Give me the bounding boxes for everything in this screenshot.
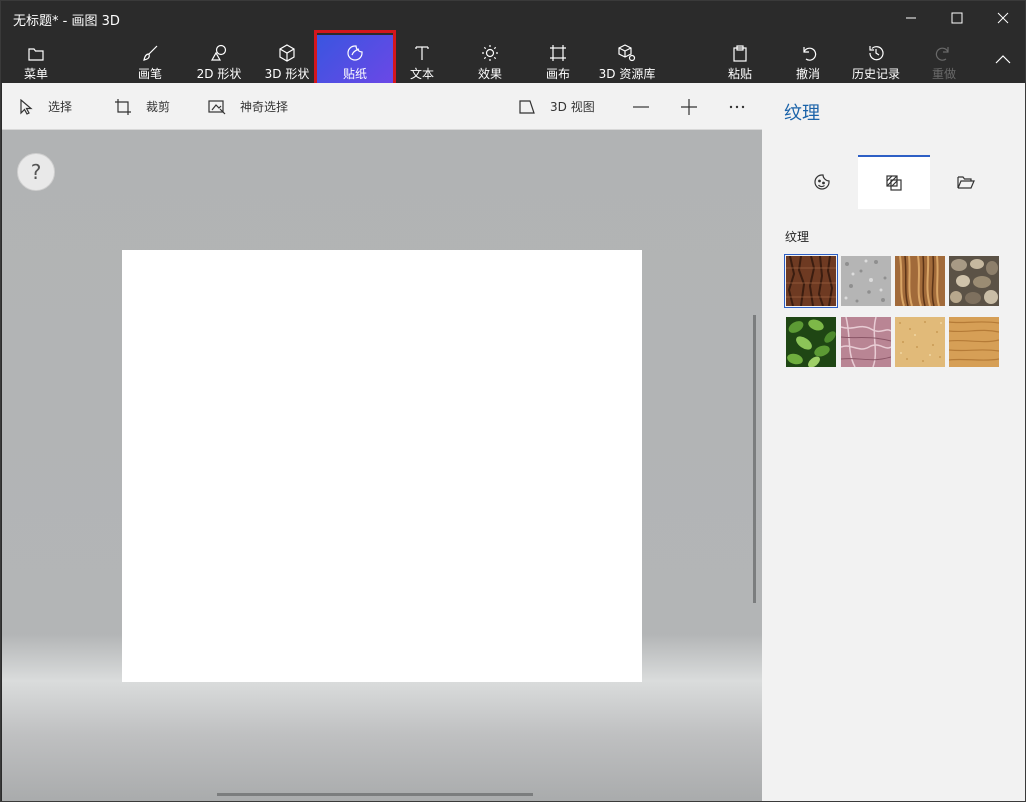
horizontal-scrollbar[interactable]	[217, 793, 533, 796]
texture-bark[interactable]	[784, 254, 838, 308]
redo-icon	[935, 47, 949, 61]
more-options-button[interactable]	[728, 83, 746, 130]
texture-marble[interactable]	[841, 317, 891, 367]
textures-section-label: 纹理	[785, 230, 810, 244]
select-label: 选择	[48, 100, 73, 114]
canvas-button[interactable]: 画布	[533, 35, 583, 83]
crop-button[interactable]: 裁剪	[114, 83, 170, 130]
panel-title: 纹理	[784, 103, 820, 124]
magic-select-label: 神奇选择	[240, 100, 289, 114]
zoom-out-button[interactable]	[632, 83, 650, 130]
select-button[interactable]: 选择	[18, 83, 72, 130]
magic-select-button[interactable]: 神奇选择	[208, 83, 288, 130]
3d-library-icon	[618, 44, 636, 62]
chevron-up-icon	[995, 55, 1011, 64]
folder-icon	[28, 48, 44, 61]
redo-button[interactable]: 重做	[919, 35, 969, 83]
close-button[interactable]	[980, 1, 1025, 35]
minimize-icon	[906, 17, 916, 19]
3d-view-button[interactable]: 3D 视图	[518, 83, 595, 130]
texture-hair[interactable]	[895, 256, 945, 306]
stickers-button[interactable]: 贴纸	[317, 35, 393, 83]
sun-icon	[482, 45, 498, 61]
cursor-arrow-icon	[20, 98, 33, 115]
crop-label: 裁剪	[146, 100, 171, 114]
tool-toolbar: 选择 裁剪 神奇选择 3D 视图	[2, 83, 762, 130]
zoom-in-button[interactable]	[680, 83, 698, 130]
ellipsis-icon	[729, 105, 745, 108]
vertical-scrollbar[interactable]	[753, 315, 756, 603]
stickers-panel: 纹理 纹理	[762, 83, 1025, 801]
close-icon	[997, 12, 1009, 24]
canvas-icon	[550, 45, 566, 61]
canvas-area[interactable]: ?	[2, 130, 762, 801]
crop-icon	[115, 98, 131, 115]
3d-cube-icon	[279, 44, 295, 62]
texture-sand[interactable]	[895, 317, 945, 367]
paste-icon	[733, 45, 747, 62]
maximize-icon	[951, 12, 963, 24]
tab-custom[interactable]	[930, 155, 1002, 209]
magic-select-icon	[208, 99, 226, 114]
text-icon	[415, 46, 429, 60]
3d-view-icon	[519, 99, 535, 114]
3d-shapes-button[interactable]: 3D 形状	[259, 35, 315, 83]
panel-tabs	[762, 155, 1025, 209]
minus-icon	[633, 105, 649, 108]
effects-button[interactable]: 效果	[465, 35, 515, 83]
3d-library-button[interactable]: 3D 资源库	[595, 35, 659, 83]
menu-button[interactable]: 菜单	[11, 35, 61, 83]
texture-leaves[interactable]	[786, 317, 836, 367]
tab-textures[interactable]	[858, 155, 930, 209]
window-title: 无标题* - 画图 3D	[13, 14, 120, 29]
history-button[interactable]: 历史记录	[846, 35, 906, 83]
collapse-ribbon-button[interactable]	[983, 35, 1023, 83]
ribbon: 菜单 画笔 2D 形状 3D 形状 贴纸 文本 效果 画布 3D 资源库 粘贴 …	[1, 35, 1025, 83]
texture-icon	[886, 175, 902, 191]
maximize-button[interactable]	[934, 1, 980, 35]
tab-stickers[interactable]	[786, 155, 858, 209]
2d-shapes-button[interactable]: 2D 形状	[191, 35, 247, 83]
3d-view-label: 3D 视图	[550, 100, 595, 114]
title-bar: 无标题* - 画图 3D	[1, 1, 1025, 35]
texture-wood[interactable]	[949, 317, 999, 367]
texture-pebbles[interactable]	[949, 256, 999, 306]
folder-open-icon	[957, 176, 975, 189]
undo-icon	[803, 47, 817, 61]
texture-granite[interactable]	[841, 256, 891, 306]
brushes-button[interactable]: 画笔	[125, 35, 175, 83]
undo-button[interactable]: 撤消	[783, 35, 833, 83]
sticker-face-icon	[814, 174, 830, 190]
minimize-button[interactable]	[888, 1, 934, 35]
history-icon	[869, 46, 884, 61]
brush-icon	[143, 45, 158, 61]
2d-shapes-icon	[210, 44, 227, 61]
drawing-canvas[interactable]	[122, 250, 642, 682]
text-button[interactable]: 文本	[397, 35, 447, 83]
plus-icon	[681, 98, 697, 115]
paste-button[interactable]: 粘贴	[715, 35, 765, 83]
help-button[interactable]: ?	[17, 153, 55, 191]
paint3d-window: 无标题* - 画图 3D 菜单 画笔 2D 形状 3D 形状 贴纸 文本 效果 …	[0, 0, 1026, 802]
sticker-icon	[347, 45, 363, 61]
